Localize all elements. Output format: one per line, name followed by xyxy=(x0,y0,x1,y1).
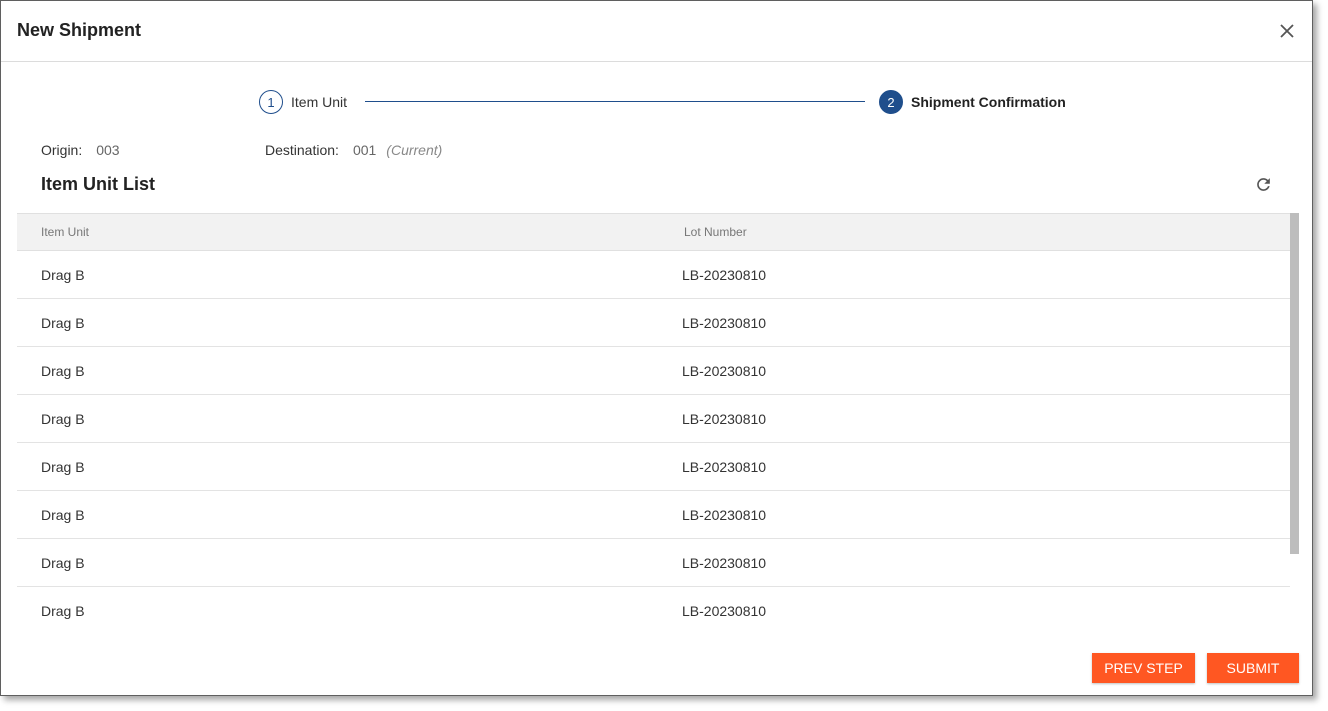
step-label: Item Unit xyxy=(291,94,348,110)
table-header: Item Unit Lot Number xyxy=(17,213,1290,251)
table-row[interactable]: Drag B LB-20230810 xyxy=(17,395,1290,443)
cell-lot-number: LB-20230810 xyxy=(682,555,767,571)
step-label: Shipment Confirmation xyxy=(911,94,1066,110)
column-header-item-unit: Item Unit xyxy=(41,225,90,239)
table-row[interactable]: Drag B LB-20230810 xyxy=(17,491,1290,539)
cell-lot-number: LB-20230810 xyxy=(682,603,767,619)
table-scrollbar[interactable] xyxy=(1290,213,1299,554)
table-row[interactable]: Drag B LB-20230810 xyxy=(17,251,1290,299)
destination-info: Destination: 001 (Current) xyxy=(265,142,442,158)
new-shipment-dialog: New Shipment 1 Item Unit 2 Shipment Conf… xyxy=(0,0,1313,696)
cell-item-unit: Drag B xyxy=(41,507,85,523)
close-button[interactable] xyxy=(1278,22,1296,40)
step-connector-line xyxy=(365,101,865,102)
refresh-button[interactable] xyxy=(1254,175,1273,194)
cell-lot-number: LB-20230810 xyxy=(682,267,767,283)
destination-value: 001 xyxy=(352,142,377,158)
step-number-circle: 1 xyxy=(259,90,283,114)
origin-label: Origin: xyxy=(41,142,83,158)
cell-lot-number: LB-20230810 xyxy=(682,363,767,379)
step-item-unit[interactable]: 1 Item Unit xyxy=(259,89,347,115)
cell-item-unit: Drag B xyxy=(41,555,85,571)
step-shipment-confirmation[interactable]: 2 Shipment Confirmation xyxy=(879,89,1066,115)
prev-step-button[interactable]: PREV STEP xyxy=(1092,653,1195,683)
destination-label: Destination: xyxy=(265,142,339,158)
stepper: 1 Item Unit 2 Shipment Confirmation xyxy=(259,89,1079,115)
cell-item-unit: Drag B xyxy=(41,459,85,475)
close-icon xyxy=(1280,24,1294,38)
cell-item-unit: Drag B xyxy=(41,315,85,331)
cell-item-unit: Drag B xyxy=(41,411,85,427)
cell-lot-number: LB-20230810 xyxy=(682,507,767,523)
destination-note: (Current) xyxy=(386,142,443,158)
step-number-circle: 2 xyxy=(879,90,903,114)
origin-info: Origin: 003 xyxy=(41,142,120,158)
cell-lot-number: LB-20230810 xyxy=(682,315,767,331)
table-row[interactable]: Drag B LB-20230810 xyxy=(17,587,1290,633)
submit-button[interactable]: SUBMIT xyxy=(1207,653,1299,683)
cell-lot-number: LB-20230810 xyxy=(682,459,767,475)
table-row[interactable]: Drag B LB-20230810 xyxy=(17,299,1290,347)
list-title: Item Unit List xyxy=(41,174,156,194)
dialog-title: New Shipment xyxy=(17,20,142,40)
origin-value: 003 xyxy=(96,142,120,158)
table-row[interactable]: Drag B LB-20230810 xyxy=(17,347,1290,395)
dialog-header: New Shipment xyxy=(1,1,1312,62)
cell-lot-number: LB-20230810 xyxy=(682,411,767,427)
cell-item-unit: Drag B xyxy=(41,363,85,379)
table-body: Drag B LB-20230810 Drag B LB-20230810 Dr… xyxy=(17,251,1290,633)
cell-item-unit: Drag B xyxy=(41,267,85,283)
table-row[interactable]: Drag B LB-20230810 xyxy=(17,443,1290,491)
cell-item-unit: Drag B xyxy=(41,603,85,619)
refresh-icon xyxy=(1257,178,1270,191)
table-row[interactable]: Drag B LB-20230810 xyxy=(17,539,1290,587)
item-unit-table: Item Unit Lot Number Drag B LB-20230810 … xyxy=(17,213,1299,633)
column-header-lot-number: Lot Number xyxy=(684,225,747,239)
